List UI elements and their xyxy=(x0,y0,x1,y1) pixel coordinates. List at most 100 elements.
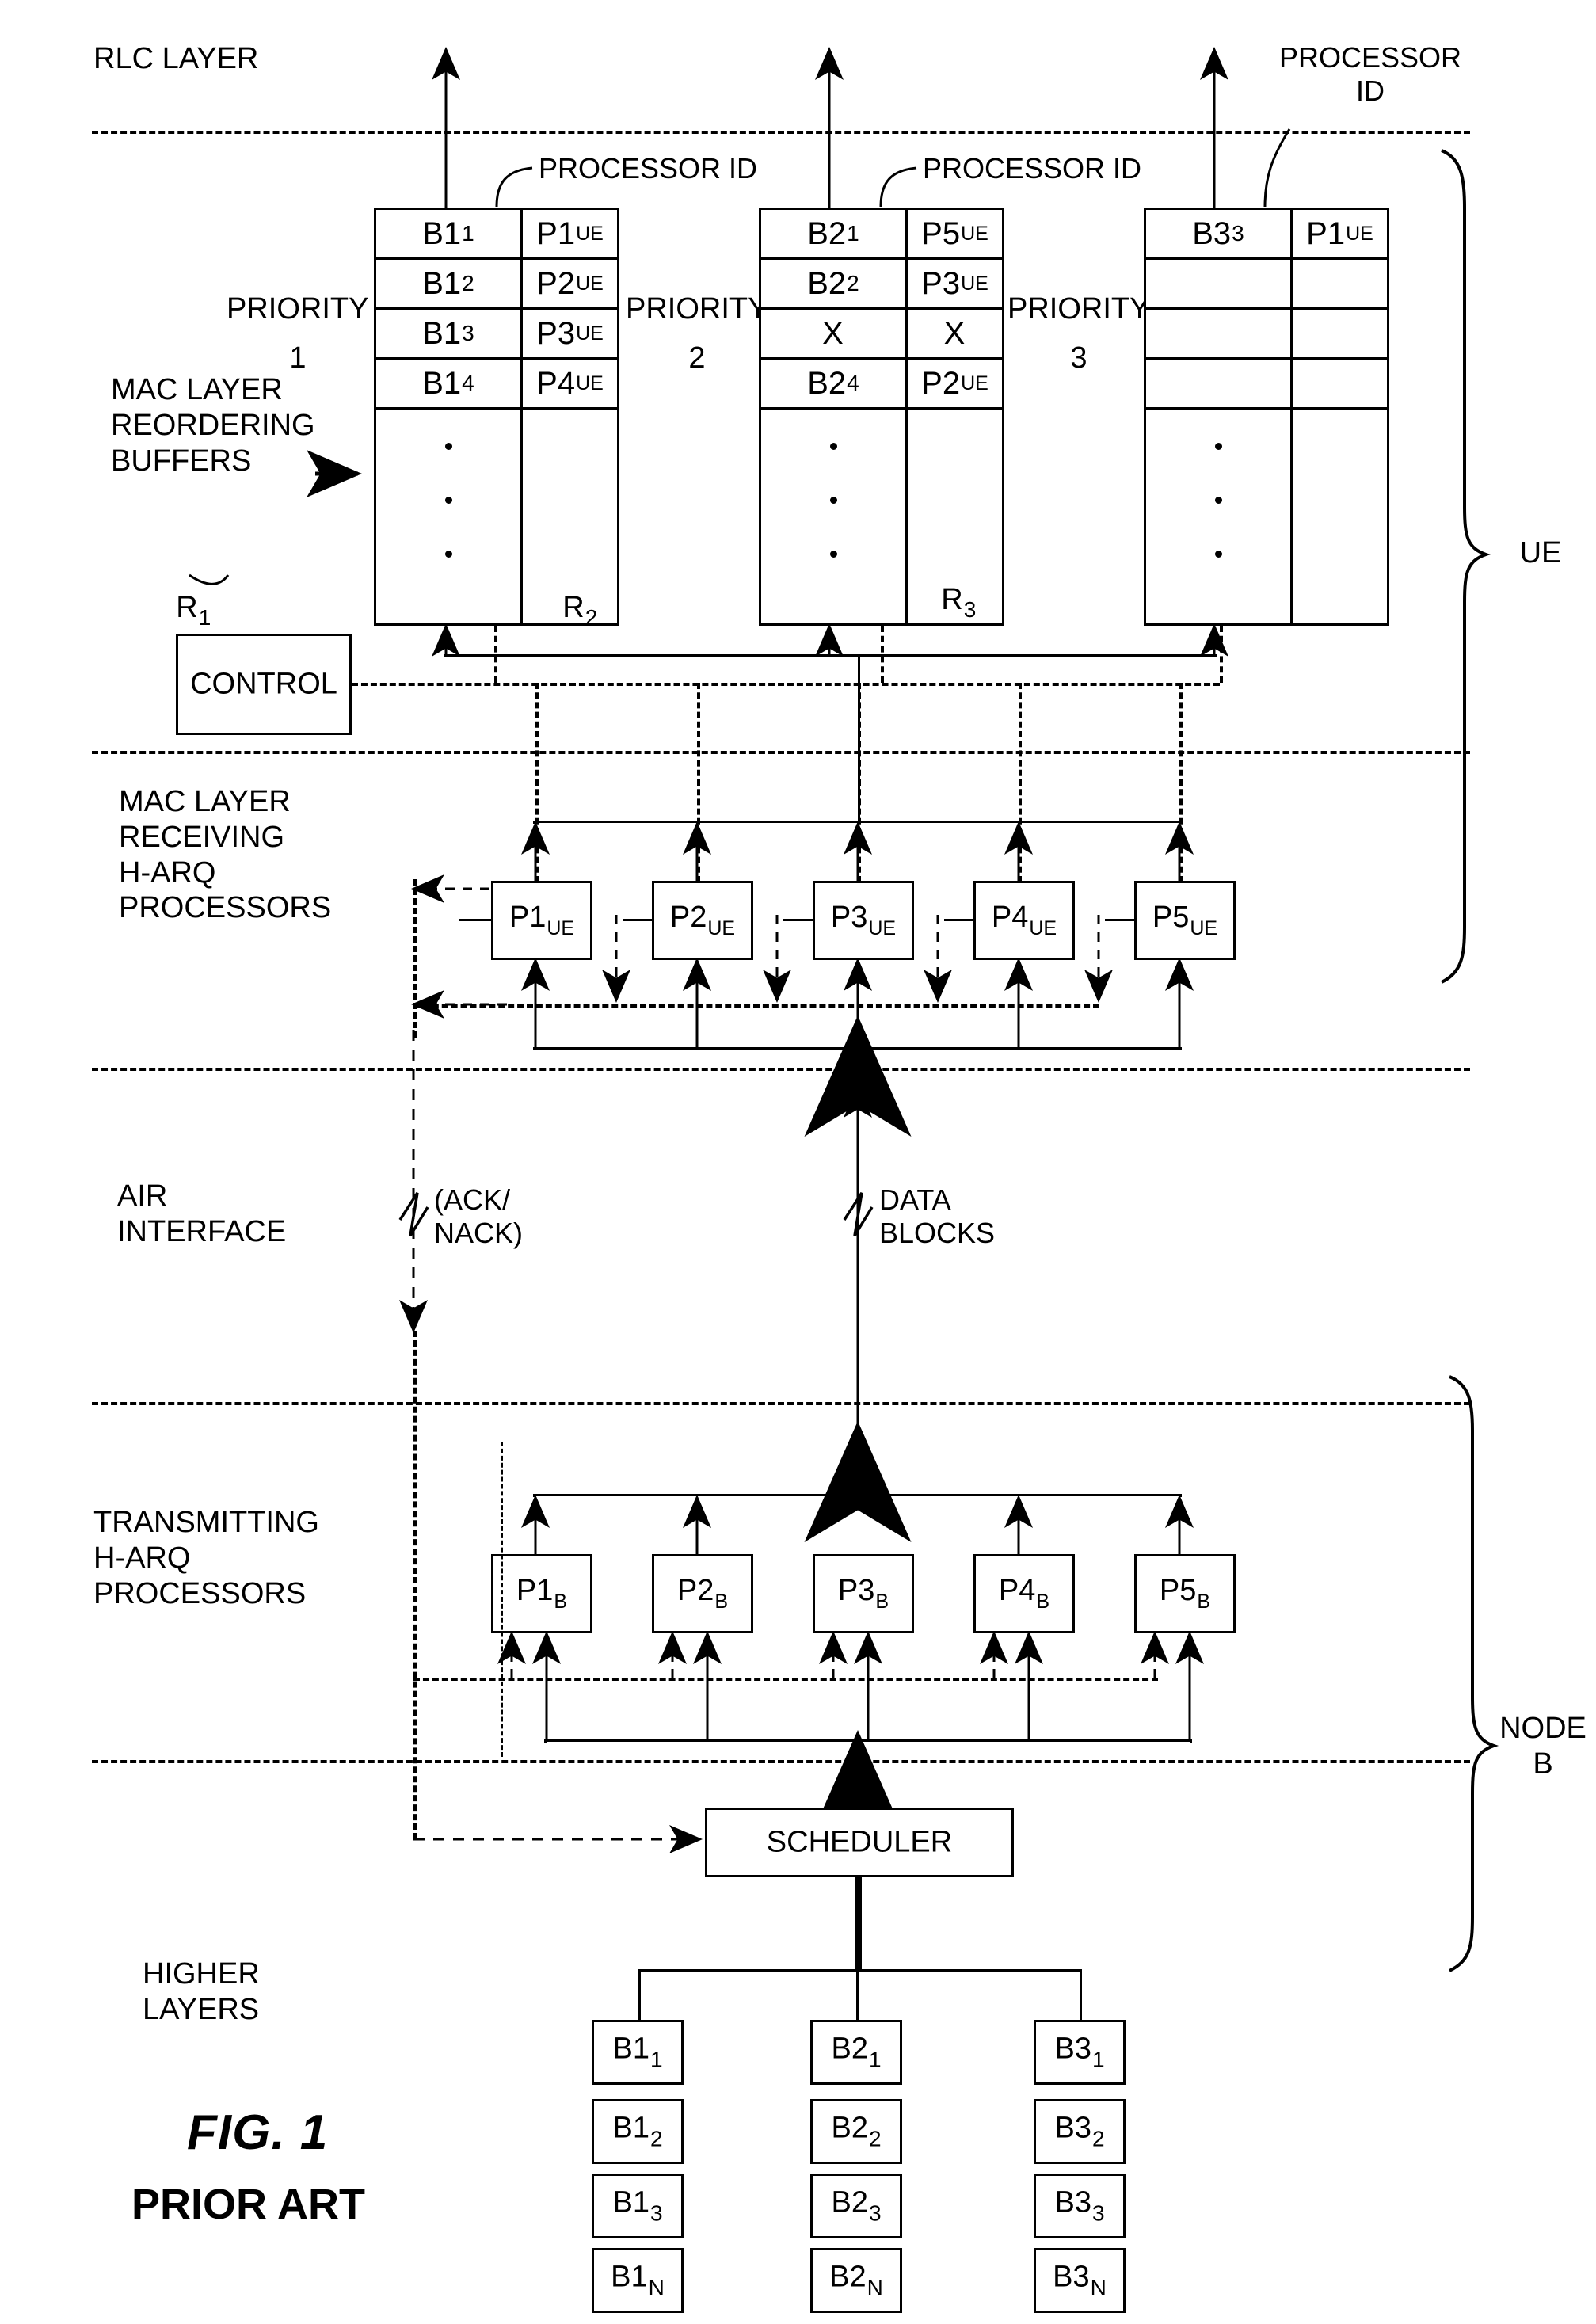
block-cell xyxy=(1146,360,1290,407)
table-row: B2 4 P2 UE xyxy=(761,360,1002,410)
higher-layer-distribution-bus xyxy=(638,1969,1082,1972)
separator-mac-buffers-receiving xyxy=(92,751,1470,754)
processor-label: P2B xyxy=(676,1574,729,1613)
higher-layer-block-last: B1N xyxy=(592,2248,684,2313)
block-label: B3N xyxy=(1053,2260,1107,2300)
block-cell: B2 4 xyxy=(807,365,859,401)
table-row: B1 1 P1 UE xyxy=(376,210,617,260)
ack-trunk-upper xyxy=(413,879,417,1038)
figure-subcaption: PRIOR ART xyxy=(131,2181,365,2228)
table-row: B1 3 P3 UE xyxy=(376,310,617,360)
higher-layer-block: B31 xyxy=(1034,2020,1126,2085)
callout-processor-id-3: PROCESSOR ID xyxy=(1278,41,1462,108)
vertical-ellipsis xyxy=(429,419,468,581)
block-cell: B1 3 xyxy=(422,315,474,351)
air-link-label-data-blocks: DATA BLOCKS xyxy=(879,1183,996,1250)
recv-bus-riser-left xyxy=(533,821,535,824)
tx-data-bus xyxy=(544,1739,1192,1742)
recv-proc-stub-4 xyxy=(944,919,974,921)
recv-data-bus xyxy=(533,1047,1182,1050)
priority-number-2: 2 xyxy=(688,341,706,375)
separator-transmitting-scheduler xyxy=(92,1760,1470,1763)
recv-proc-stub-3 xyxy=(783,919,813,921)
vertical-ellipsis xyxy=(813,419,853,581)
tx-proc-data-in-arrows xyxy=(532,1631,1204,1739)
tx-ack-dashed-bus xyxy=(413,1678,1158,1681)
processor-label: P5UE xyxy=(1152,901,1218,939)
block-label: B32 xyxy=(1054,2111,1105,2151)
processor-label: P2UE xyxy=(669,901,736,939)
tx-data-bus-end-left xyxy=(544,1739,547,1743)
receiving-harq-processor-2[interactable]: P2UE xyxy=(652,881,753,960)
control-dashed-bus xyxy=(352,683,1220,686)
ack-trunk-lower xyxy=(413,1331,417,1839)
layer-label-higher-layers: HIGHER LAYERS xyxy=(143,1957,260,2026)
transmitting-harq-processor-1[interactable]: P1B xyxy=(491,1554,592,1633)
higher-layer-block: B33 xyxy=(1034,2174,1126,2238)
block-cell: B1 4 xyxy=(422,365,474,401)
recv-proc-stub-2 xyxy=(623,919,653,921)
control-dashed-drop-1 xyxy=(535,683,539,882)
recv-data-bus-end-right xyxy=(1179,1047,1182,1050)
block-cell: B3 3 xyxy=(1192,215,1244,251)
receiving-harq-processor-4[interactable]: P4UE xyxy=(973,881,1075,960)
processor-id-cell: P3 UE xyxy=(921,265,988,301)
layer-label-rlc: RLC LAYER xyxy=(93,42,259,75)
higher-layer-block: B13 xyxy=(592,2174,684,2238)
transmitting-harq-processor-3[interactable]: P3B xyxy=(813,1554,914,1633)
recv-proc-in-arrows xyxy=(521,958,1194,1047)
ack-nack-lightning-icon xyxy=(398,1192,429,1236)
processor-id-cell xyxy=(1293,260,1387,307)
block-label: B2N xyxy=(829,2260,883,2300)
control-box[interactable]: CONTROL xyxy=(176,634,352,735)
processor-label: P3UE xyxy=(830,901,897,939)
recv-ack-dashed-bus xyxy=(413,1004,1099,1008)
separator-receiving-air xyxy=(92,1068,1470,1071)
control-dashed-riser-3 xyxy=(1220,626,1223,683)
processor-id-cell: P4 UE xyxy=(536,365,604,401)
higher-layer-block-last: B3N xyxy=(1034,2248,1126,2313)
tx-data-bus-end-right xyxy=(1190,1739,1192,1743)
recv-proc-stub-1 xyxy=(459,919,493,921)
control-dashed-drop-5 xyxy=(1179,683,1183,882)
higher-layer-block: B22 xyxy=(810,2099,902,2164)
processor-label: P4UE xyxy=(991,901,1057,939)
processor-label: P4B xyxy=(998,1574,1050,1613)
transmitting-harq-processor-2[interactable]: P2B xyxy=(652,1554,753,1633)
processor-id-cell: P2 UE xyxy=(536,265,604,301)
table-row: X X xyxy=(761,310,1002,360)
recv-data-bus-end-left xyxy=(533,1047,535,1050)
processor-id-cell: P1 UE xyxy=(1306,215,1373,251)
brace-label-node-b: NODE B xyxy=(1499,1712,1586,1781)
priority-label-1: PRIORITY xyxy=(227,292,369,326)
higher-layer-block: B32 xyxy=(1034,2099,1126,2164)
block-label: B22 xyxy=(831,2111,882,2151)
table-row xyxy=(1146,360,1387,410)
transmitting-harq-processor-5[interactable]: P5B xyxy=(1134,1554,1236,1633)
processor-label: P1B xyxy=(516,1574,568,1613)
table-row: B2 1 P5 UE xyxy=(761,210,1002,260)
processor-id-cell: P1 UE xyxy=(536,215,604,251)
receiving-harq-processor-5[interactable]: P5UE xyxy=(1134,881,1236,960)
block-label: B23 xyxy=(831,2185,882,2226)
priority-label-3: PRIORITY xyxy=(1007,292,1150,326)
table-row: B2 2 P3 UE xyxy=(761,260,1002,310)
table-row: B1 2 P2 UE xyxy=(376,260,617,310)
processor-label: P1UE xyxy=(509,901,575,939)
table-row xyxy=(1146,260,1387,310)
table-row: B3 3 P1 UE xyxy=(1146,210,1387,260)
priority-number-3: 3 xyxy=(1070,341,1087,375)
table-row xyxy=(1146,310,1387,360)
transmitting-harq-processor-4[interactable]: P4B xyxy=(973,1554,1075,1633)
processor-label: P5B xyxy=(1159,1574,1211,1613)
processor-label: P3B xyxy=(837,1574,889,1613)
node-b-brace xyxy=(1449,1375,1499,1972)
separator-air-transmitting xyxy=(92,1402,1470,1405)
receiving-harq-processor-3[interactable]: P3UE xyxy=(813,881,914,960)
processor-id-cell xyxy=(1293,310,1387,357)
scheduler-box[interactable]: SCHEDULER xyxy=(705,1808,1014,1877)
processor-id-cell: P3 UE xyxy=(536,315,604,351)
receiving-harq-processor-1[interactable]: P1UE xyxy=(491,881,592,960)
reordering-buffer-table-3: B3 3 P1 UE xyxy=(1144,208,1389,626)
priority-number-1: 1 xyxy=(289,341,307,375)
